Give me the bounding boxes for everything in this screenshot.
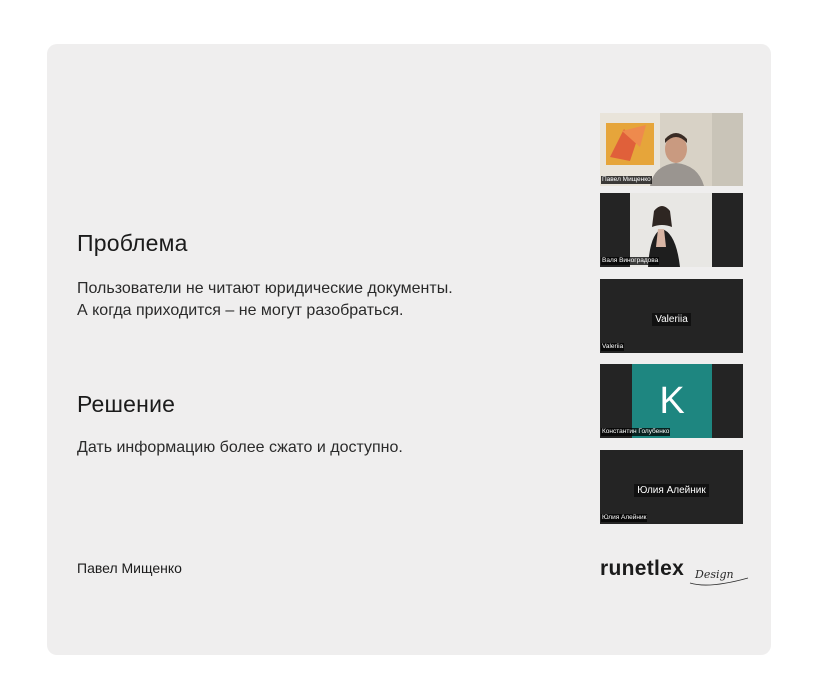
runetlex-logo: runetlex Design xyxy=(600,555,750,591)
participant-center-name: Valeriia xyxy=(600,309,743,327)
solution-description: Дать информацию более сжато и доступно. xyxy=(77,439,403,456)
participant-tile-yulia[interactable]: Юлия Алейник Юлия Алейник xyxy=(600,450,743,524)
participant-tile-pavel[interactable]: Павел Мищенко xyxy=(600,113,743,186)
problem-line-1: Пользователи не читают юридические докум… xyxy=(77,280,453,297)
logo-script: Design xyxy=(695,568,734,581)
problem-line-2: А когда приходится – не могут разобратьс… xyxy=(77,302,404,319)
presentation-slide: Проблема Пользователи не читают юридичес… xyxy=(47,44,771,655)
valya-video-feed xyxy=(600,193,743,267)
participant-name-label: Валя Виноградова xyxy=(601,257,660,265)
participant-name-label: Юлия Алейник xyxy=(601,514,648,522)
avatar: K xyxy=(632,364,712,438)
problem-title: Проблема xyxy=(77,230,188,256)
participant-tile-konstantin[interactable]: K Константин Голубенко xyxy=(600,364,743,438)
participant-name-label: Константин Голубенко xyxy=(601,428,671,436)
participant-name-label: Павел Мищенко xyxy=(601,176,652,184)
solution-title: Решение xyxy=(77,391,176,417)
participant-tile-valeriia[interactable]: Valeriia Valeriia xyxy=(600,279,743,353)
author-name: Павел Мищенко xyxy=(77,560,182,576)
problem-description: Пользователи не читают юридические докум… xyxy=(77,278,453,322)
participant-tile-valya[interactable]: Валя Виноградова xyxy=(600,193,743,267)
participant-center-name: Юлия Алейник xyxy=(600,480,743,498)
participant-name-label: Valeriia xyxy=(601,343,625,351)
logo-wordmark: runetlex xyxy=(600,557,685,580)
